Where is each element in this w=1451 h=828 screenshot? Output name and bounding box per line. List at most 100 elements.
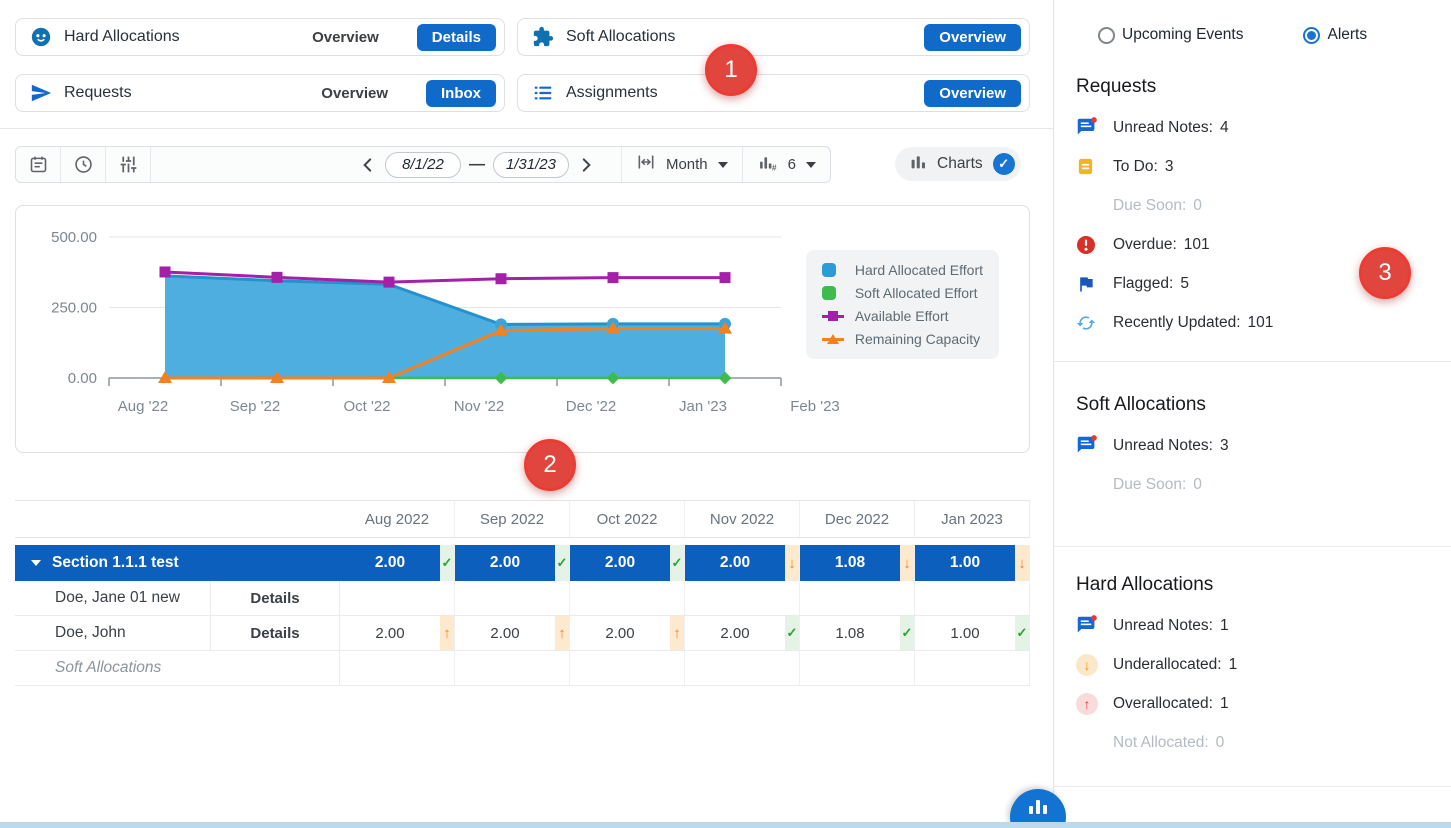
end-date-input[interactable]	[493, 152, 569, 178]
period-count-value: 6	[788, 156, 796, 173]
calendar-icon[interactable]	[16, 147, 61, 182]
sidebar-tabs: Upcoming Events Alerts	[1098, 26, 1367, 44]
available-effort-line-icon	[822, 310, 846, 322]
bar-chart-icon	[909, 152, 928, 176]
radio-upcoming-events[interactable]: Upcoming Events	[1098, 26, 1243, 44]
annotation-badge-1: 1	[705, 44, 757, 96]
hard-allocations-details-button[interactable]: Details	[417, 24, 496, 51]
window-bottom-strip	[0, 822, 1451, 828]
next-period-chevron-icon[interactable]	[569, 147, 603, 182]
allocation-value-cell	[800, 581, 900, 615]
month-header: Oct 2022	[570, 501, 685, 537]
allocation-status-cell	[1015, 545, 1030, 581]
resource-dashboard: Hard Allocations Overview Details Soft A…	[0, 0, 1451, 828]
period-count-dropdown[interactable]: # 6	[742, 147, 830, 182]
allocation-status-cell	[900, 581, 915, 615]
alert-unread-notes[interactable]: Unread Notes: 1	[1076, 606, 1435, 645]
send-icon	[30, 82, 52, 104]
alert-due-soon: Due Soon: 0	[1076, 465, 1435, 504]
chart-toolbar: — Month # 6	[15, 146, 831, 183]
assignments-overview-button[interactable]: Overview	[924, 80, 1021, 107]
group-name: Soft Allocations	[15, 651, 340, 685]
alert-underallocated[interactable]: ↓ Underallocated: 1	[1076, 645, 1435, 684]
chart-legend: Hard Allocated Effort Soft Allocated Eff…	[806, 250, 999, 359]
previous-period-chevron-icon[interactable]	[351, 147, 385, 182]
alert-recently-updated[interactable]: Recently Updated: 101	[1076, 303, 1435, 342]
allocation-status-cell	[785, 545, 800, 581]
allocation-value-cell	[915, 581, 1015, 615]
section-title: Requests	[1076, 76, 1435, 98]
card-title: Requests	[64, 84, 132, 102]
allocation-status-cell	[785, 651, 800, 685]
radio-selected-icon	[1303, 27, 1320, 44]
table-header-row: Aug 2022 Sep 2022 Oct 2022 Nov 2022 Dec …	[15, 500, 1030, 538]
allocation-value-cell: 2.00	[570, 545, 670, 581]
up-arrow-circle-icon: ↑	[1076, 693, 1102, 715]
allocation-status-cell	[440, 581, 455, 615]
allocation-status-cell	[670, 545, 685, 581]
alerts-sidebar: Upcoming Events Alerts Requests Unread N…	[1054, 0, 1451, 828]
allocation-status-cell	[1015, 651, 1030, 685]
alert-overallocated[interactable]: ↑ Overallocated: 1	[1076, 684, 1435, 723]
allocation-status-cell	[900, 616, 915, 650]
month-header: Dec 2022	[800, 501, 915, 537]
month-header: Nov 2022	[685, 501, 800, 537]
list-icon	[532, 82, 554, 104]
chevron-down-icon	[718, 162, 728, 168]
person-name: Doe, Jane 01 new	[15, 581, 211, 615]
alert-unread-notes[interactable]: Unread Notes: 4	[1076, 108, 1435, 147]
interval-value: Month	[666, 156, 708, 173]
interval-dropdown[interactable]: Month	[621, 147, 742, 182]
svg-text:#: #	[772, 162, 777, 172]
allocation-status-cell	[440, 616, 455, 650]
details-link[interactable]: Details	[211, 581, 340, 615]
annotation-badge-2: 2	[524, 439, 576, 491]
section-expander[interactable]: Section 1.1.1 test	[15, 545, 340, 581]
allocation-status-cell	[555, 581, 570, 615]
allocation-status-cell	[785, 616, 800, 650]
refresh-icon	[1076, 313, 1102, 333]
alert-to-do[interactable]: To Do: 3	[1076, 147, 1435, 186]
puzzle-icon	[532, 26, 554, 48]
clock-icon[interactable]	[61, 147, 106, 182]
allocation-value-cell	[340, 581, 440, 615]
svg-text:Oct '22: Oct '22	[343, 398, 390, 415]
hard-allocations-overview-link[interactable]: Overview	[312, 29, 379, 46]
requests-overview-link[interactable]: Overview	[321, 85, 388, 102]
allocation-value-cell	[685, 651, 785, 685]
requests-inbox-button[interactable]: Inbox	[426, 80, 496, 107]
annotation-badge-3: 3	[1359, 247, 1411, 299]
allocation-value-cell	[570, 651, 670, 685]
details-link[interactable]: Details	[211, 616, 340, 650]
allocation-value-cell	[455, 581, 555, 615]
allocation-status-cell	[670, 581, 685, 615]
svg-text:Jan '23: Jan '23	[679, 398, 727, 415]
card-title: Assignments	[566, 84, 658, 102]
sidebar-section-requests: Requests Unread Notes: 4 To Do: 3 Due So…	[1076, 76, 1435, 342]
column-width-icon	[636, 152, 656, 177]
section-title: Soft Allocations	[1076, 394, 1435, 416]
allocation-status-cell	[440, 651, 455, 685]
allocation-status-cell	[440, 545, 455, 581]
soft-allocations-overview-button[interactable]: Overview	[924, 24, 1021, 51]
allocation-table: Aug 2022 Sep 2022 Oct 2022 Nov 2022 Dec …	[15, 500, 1030, 686]
table-row-person: Doe, Jane 01 new Details	[15, 581, 1030, 616]
allocation-value-cell	[685, 581, 785, 615]
check-circle-icon: ✓	[993, 153, 1015, 175]
start-date-input[interactable]	[385, 152, 461, 178]
card-assignments: Assignments Overview	[517, 74, 1030, 112]
allocation-value-cell: 1.00	[915, 545, 1015, 581]
allocation-value-cell: 1.00	[915, 616, 1015, 650]
hard-hat-face-icon	[30, 26, 52, 48]
divider	[1053, 786, 1451, 787]
effort-chart-card: 0.00250.00500.00Aug '22Sep '22Oct '22Nov…	[15, 205, 1030, 453]
svg-text:Sep '22: Sep '22	[230, 398, 280, 415]
alert-unread-notes[interactable]: Unread Notes: 3	[1076, 426, 1435, 465]
radio-alerts[interactable]: Alerts	[1303, 26, 1367, 44]
down-arrow-circle-icon: ↓	[1076, 654, 1102, 676]
filter-sliders-icon[interactable]	[106, 147, 151, 182]
svg-text:Feb '23: Feb '23	[790, 398, 840, 415]
month-header: Sep 2022	[455, 501, 570, 537]
charts-toggle[interactable]: Charts ✓	[895, 147, 1021, 181]
table-row-section[interactable]: Section 1.1.1 test 2.00 2.00 2.00 2.00 1…	[15, 545, 1030, 581]
